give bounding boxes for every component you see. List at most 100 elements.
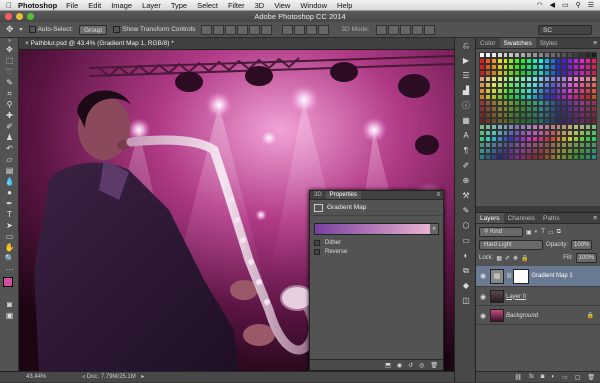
search-icon[interactable]: ⚲ (576, 1, 581, 9)
3d-rotate-button[interactable] (375, 24, 387, 35)
doc-info-menu-icon[interactable]: ▸ (141, 374, 144, 380)
volume-icon[interactable]: ◀ (550, 1, 555, 9)
histogram-icon[interactable]: ▟ (455, 83, 477, 98)
align-top-button[interactable] (201, 24, 213, 35)
adjust-icon[interactable]: ☰ (455, 68, 477, 83)
clone-stamp-tool[interactable]: ♟ (0, 132, 19, 143)
type-tool[interactable]: T (0, 209, 19, 220)
tab-properties[interactable]: Properties (325, 191, 362, 199)
filter-adjust-icon[interactable]: ◐ (535, 229, 539, 235)
menu-layer[interactable]: Layer (142, 1, 161, 10)
list-icon[interactable]: ☰ (588, 1, 594, 9)
quick-mask-icon[interactable]: ◙ (0, 299, 19, 310)
3d-slide-button[interactable] (411, 24, 423, 35)
minimize-window-button[interactable] (16, 13, 23, 20)
opacity-field[interactable]: 100% (571, 240, 593, 250)
tab-layers[interactable]: Layers (476, 213, 504, 223)
menu-file[interactable]: File (66, 1, 78, 10)
zoom-level[interactable]: 43.44% (26, 374, 46, 380)
filter-type-icon[interactable]: T (541, 229, 545, 235)
path-select-tool[interactable]: ➤ (0, 220, 19, 231)
layers-menu-icon[interactable]: ≡ (593, 213, 597, 223)
swatches-menu-icon[interactable]: ≡ (593, 38, 597, 48)
eyedropper-tool[interactable]: ⚲ (0, 99, 19, 110)
lasso-tool[interactable]: ➰ (0, 66, 19, 77)
lock-paint-icon[interactable]: ✐ (505, 255, 510, 262)
align-left-button[interactable] (237, 24, 249, 35)
menu-view[interactable]: View (274, 1, 290, 10)
paragraph-icon[interactable]: ¶ (455, 143, 477, 158)
notes-icon[interactable]: ✎ (455, 203, 477, 218)
battery-icon[interactable]: ▭ (562, 1, 569, 9)
3d-icon[interactable]: ⬡ (455, 218, 477, 233)
visibility-eye-icon[interactable]: ◉ (476, 272, 490, 280)
blur-tool[interactable]: 💧 (0, 176, 19, 187)
visibility-eye-icon[interactable]: ◉ (476, 312, 490, 320)
gradient-picker[interactable]: ▾ (314, 223, 439, 235)
doc-info-arrow-icon[interactable]: ◃ (82, 374, 85, 380)
channels-icon[interactable]: ◫ (455, 293, 477, 308)
layer-name[interactable]: Gradient Map 1 (531, 273, 572, 279)
filter-smart-icon[interactable]: ⧉ (557, 229, 561, 236)
actions-icon[interactable]: ▶ (455, 53, 477, 68)
close-window-button[interactable] (5, 13, 12, 20)
delete-layer-icon[interactable]: 🗑 (587, 374, 595, 381)
layer-row-layer-0[interactable]: ◉ Layer 0 (476, 288, 600, 306)
layer-row-background[interactable]: ◉ Background 🔒 (476, 307, 600, 325)
history-icon[interactable]: ⎌ (455, 38, 477, 53)
tab-swatches[interactable]: Swatches (499, 38, 536, 48)
blend-mode-dropdown[interactable]: Hard Light (479, 240, 543, 250)
tab-styles[interactable]: Styles (536, 38, 562, 48)
menu-filter[interactable]: Filter (228, 1, 245, 10)
character-icon[interactable]: A (455, 128, 477, 143)
move-tool-icon[interactable]: ✥ (6, 24, 14, 35)
layer-name[interactable]: Background (506, 313, 538, 319)
auto-select-dropdown[interactable]: Group (78, 24, 108, 35)
history-brush-tool[interactable]: ↶ (0, 143, 19, 154)
layer-filter-dropdown[interactable]: ⚲ Kind (479, 227, 523, 237)
distribute-4-button[interactable] (318, 24, 330, 35)
align-vcenter-button[interactable] (213, 24, 225, 35)
visibility-eye-icon[interactable]: ◉ (476, 293, 490, 301)
reverse-option[interactable]: Reverse (314, 249, 439, 255)
dither-option[interactable]: Dither (314, 240, 439, 246)
info-icon[interactable]: ⓘ (455, 98, 477, 113)
layer-comps-icon[interactable]: ⧉ (455, 263, 477, 278)
shape-tool[interactable]: ▭ (0, 231, 19, 242)
tab-paths[interactable]: Paths (539, 213, 564, 223)
align-bottom-button[interactable] (225, 24, 237, 35)
menu-type[interactable]: Type (171, 1, 187, 10)
gradient-preview[interactable] (315, 224, 430, 234)
layer-style-icon[interactable]: fx (529, 374, 534, 380)
filter-shape-icon[interactable]: ▭ (548, 229, 554, 236)
view-previous-icon[interactable]: ◉ (397, 362, 402, 369)
new-adjustment-icon[interactable]: ◐ (551, 374, 555, 380)
swatch[interactable] (590, 154, 597, 160)
distribute-3-button[interactable] (306, 24, 318, 35)
screen-mode-icon[interactable]: ▣ (0, 310, 19, 321)
menu-edit[interactable]: Edit (88, 1, 101, 10)
document-tab[interactable]: × Pathblur.psd @ 43.4% (Gradient Map 1, … (19, 38, 454, 50)
auto-select-toggle[interactable]: Auto-Select: (28, 25, 73, 33)
transform-toggle[interactable]: Show Transform Controls (113, 25, 195, 33)
menu-select[interactable]: Select (197, 1, 218, 10)
eraser-tool[interactable]: ▱ (0, 154, 19, 165)
tab-channels[interactable]: Channels (504, 213, 539, 223)
distribute-1-button[interactable] (282, 24, 294, 35)
fill-field[interactable]: 100% (575, 253, 597, 263)
move-tool[interactable]: ✥ (0, 44, 19, 55)
gradient-dropdown-icon[interactable]: ▾ (430, 224, 438, 234)
zoom-tool[interactable]: 🔍 (0, 253, 19, 264)
brush-presets-icon[interactable]: ✐ (455, 158, 477, 173)
measurement-icon[interactable]: ◐ (455, 248, 477, 263)
menu-3d[interactable]: 3D (255, 1, 265, 10)
crop-tool[interactable]: ⌗ (0, 88, 19, 99)
new-group-icon[interactable]: ▭ (562, 374, 568, 381)
pen-tool[interactable]: ✒ (0, 198, 19, 209)
zoom-window-button[interactable] (27, 13, 34, 20)
hand-tool[interactable]: ✋ (0, 242, 19, 253)
apple-icon[interactable]:  (0, 1, 18, 10)
tab-color[interactable]: Color (476, 38, 500, 48)
dither-checkbox[interactable] (314, 240, 320, 246)
3d-pan-button[interactable] (399, 24, 411, 35)
